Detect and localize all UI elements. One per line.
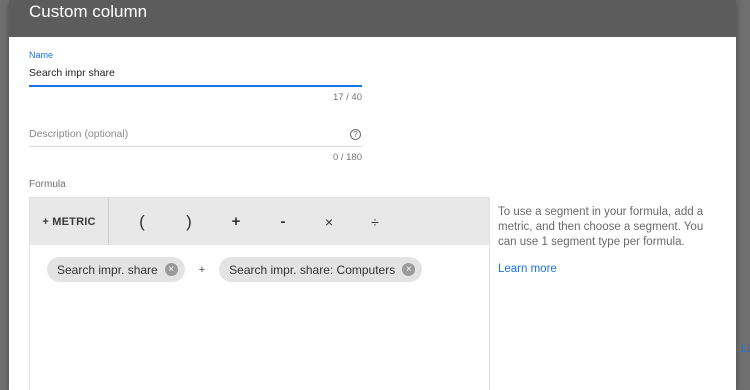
formula-toolbar: + METRIC ( ) + - × ÷ bbox=[30, 198, 489, 245]
description-field: Description (optional) ? 0 / 180 bbox=[29, 126, 362, 163]
formula-expression: Search impr. share × + Search impr. shar… bbox=[47, 257, 423, 282]
remove-chip-icon[interactable]: × bbox=[402, 263, 416, 276]
name-input[interactable] bbox=[29, 61, 362, 87]
description-char-counter: 0 / 180 bbox=[332, 152, 362, 163]
name-char-counter: 17 / 40 bbox=[332, 92, 362, 103]
segment-chip[interactable]: Search impr. share: Computers × bbox=[219, 257, 423, 282]
remove-chip-icon[interactable]: × bbox=[164, 263, 178, 276]
metric-chip[interactable]: Search impr. share × bbox=[47, 257, 185, 282]
add-metric-button[interactable]: + METRIC bbox=[30, 198, 109, 245]
background-link[interactable]: Li bbox=[741, 343, 750, 355]
minus-button[interactable]: - bbox=[271, 198, 295, 245]
segment-help-text: To use a segment in your formula, add a … bbox=[498, 206, 704, 248]
segment-help-panel: To use a segment in your formula, add a … bbox=[498, 205, 723, 277]
custom-column-dialog: Custom column Name 17 / 40 Description (… bbox=[9, 0, 736, 390]
formula-operator: + bbox=[198, 263, 206, 276]
help-icon[interactable]: ? bbox=[350, 128, 361, 140]
chip-label: Search impr. share bbox=[57, 262, 158, 277]
multiply-button[interactable]: × bbox=[317, 198, 341, 245]
description-placeholder: Description (optional) bbox=[29, 128, 129, 140]
close-paren-button[interactable]: ) bbox=[177, 198, 201, 245]
name-label: Name bbox=[29, 50, 54, 60]
chip-label: Search impr. share: Computers bbox=[229, 262, 396, 277]
name-field: Name 17 / 40 bbox=[29, 50, 362, 103]
plus-button[interactable]: + bbox=[224, 198, 248, 245]
learn-more-link[interactable]: Learn more bbox=[498, 262, 557, 277]
formula-editor[interactable]: + METRIC ( ) + - × ÷ Search impr. share … bbox=[29, 197, 490, 390]
dialog-title: Custom column bbox=[9, 0, 736, 37]
formula-label: Formula bbox=[29, 179, 66, 190]
open-paren-button[interactable]: ( bbox=[130, 198, 154, 245]
divide-button[interactable]: ÷ bbox=[363, 198, 387, 245]
description-input[interactable]: Description (optional) ? bbox=[29, 126, 362, 147]
